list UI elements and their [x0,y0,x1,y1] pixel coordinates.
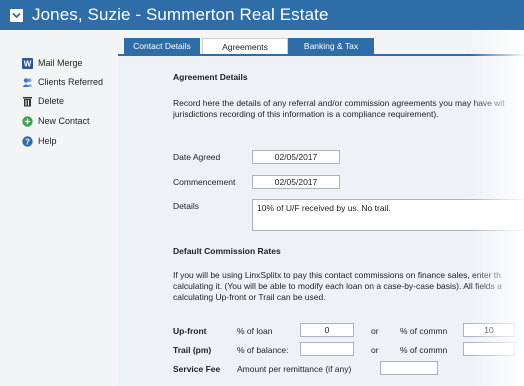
window-title: Jones, Suzie - Summerton Real Estate [32,5,329,24]
tab-label: Banking & Tax [303,41,359,51]
sidebar: W Mail Merge Clients Referred Delete New… [0,30,118,386]
tab-label: Agreements [222,42,268,52]
trail-commn-label: % of commn [400,345,448,355]
help-icon: ? [22,135,33,147]
word-icon: W [22,57,33,69]
default-commission-heading: Default Commission Rates [173,246,281,256]
sidebar-item-label: Help [38,136,57,146]
upfront-commn-field[interactable]: 10 [463,323,515,337]
trash-icon [22,96,33,107]
upfront-commn-label: % of commn [400,326,448,336]
sidebar-item-label: New Contact [38,116,90,126]
date-agreed-field[interactable]: 02/05/2017 [252,150,340,164]
sidebar-item-new-contact[interactable]: New Contact [22,114,90,128]
agreement-details-heading: Agreement Details [173,72,248,82]
details-label: Details [173,201,199,211]
sidebar-item-clients-referred[interactable]: Clients Referred [22,75,103,89]
upfront-loan-field[interactable]: 0 [300,323,354,337]
date-agreed-label: Date Agreed [173,152,221,162]
commission-description-line-1: If you will be using LinxSplitx to pay t… [173,270,501,280]
trail-label: Trail (pm) [173,345,212,355]
details-textarea[interactable]: 10% of U/F received by us. No trail. [252,199,524,231]
commission-description-line-2: calculating it. (You will be able to mod… [173,281,503,291]
commission-description-line-3: calculating Up-front or Trail can be use… [173,292,326,302]
tab-label: Contact Details [133,41,191,51]
people-icon [22,77,33,88]
commencement-label: Commencement [173,177,236,187]
sidebar-item-mail-merge[interactable]: W Mail Merge [22,56,83,70]
tab-strip: Contact Details Agreements Banking & Tax [118,30,524,56]
service-fee-label: Service Fee [173,364,221,374]
upfront-loan-label: % of loan [237,326,273,336]
or-label: or [371,345,379,355]
upfront-label: Up-front [173,326,207,336]
service-fee-field[interactable] [380,361,438,375]
tab-banking-tax[interactable]: Banking & Tax [288,38,374,54]
tab-contact-details[interactable]: Contact Details [124,38,200,54]
commencement-field[interactable]: 02/05/2017 [252,175,340,189]
trail-balance-label: % of balance: [237,345,289,355]
chevron-down-icon[interactable] [10,8,23,22]
svg-text:?: ? [25,137,30,146]
svg-text:W: W [24,59,32,68]
title-bar: Jones, Suzie - Summerton Real Estate [0,0,524,30]
agreement-description-line-1: Record here the details of any referral … [173,98,505,108]
add-icon [22,115,33,127]
sidebar-item-help[interactable]: ? Help [22,134,57,148]
service-fee-description: Amount per remittance (if any) [237,364,352,374]
or-label: or [371,326,379,336]
sidebar-item-label: Clients Referred [38,77,104,87]
sidebar-item-label: Mail Merge [38,58,83,68]
trail-commn-field[interactable] [463,342,515,356]
tab-agreements[interactable]: Agreements [202,38,288,55]
agreement-description-line-2: jurisdictions recording of this informat… [173,109,439,119]
trail-balance-field[interactable] [300,342,354,356]
agreements-panel: Agreement Details Record here the detail… [118,56,524,386]
sidebar-item-delete[interactable]: Delete [22,94,64,108]
sidebar-item-label: Delete [38,96,65,106]
